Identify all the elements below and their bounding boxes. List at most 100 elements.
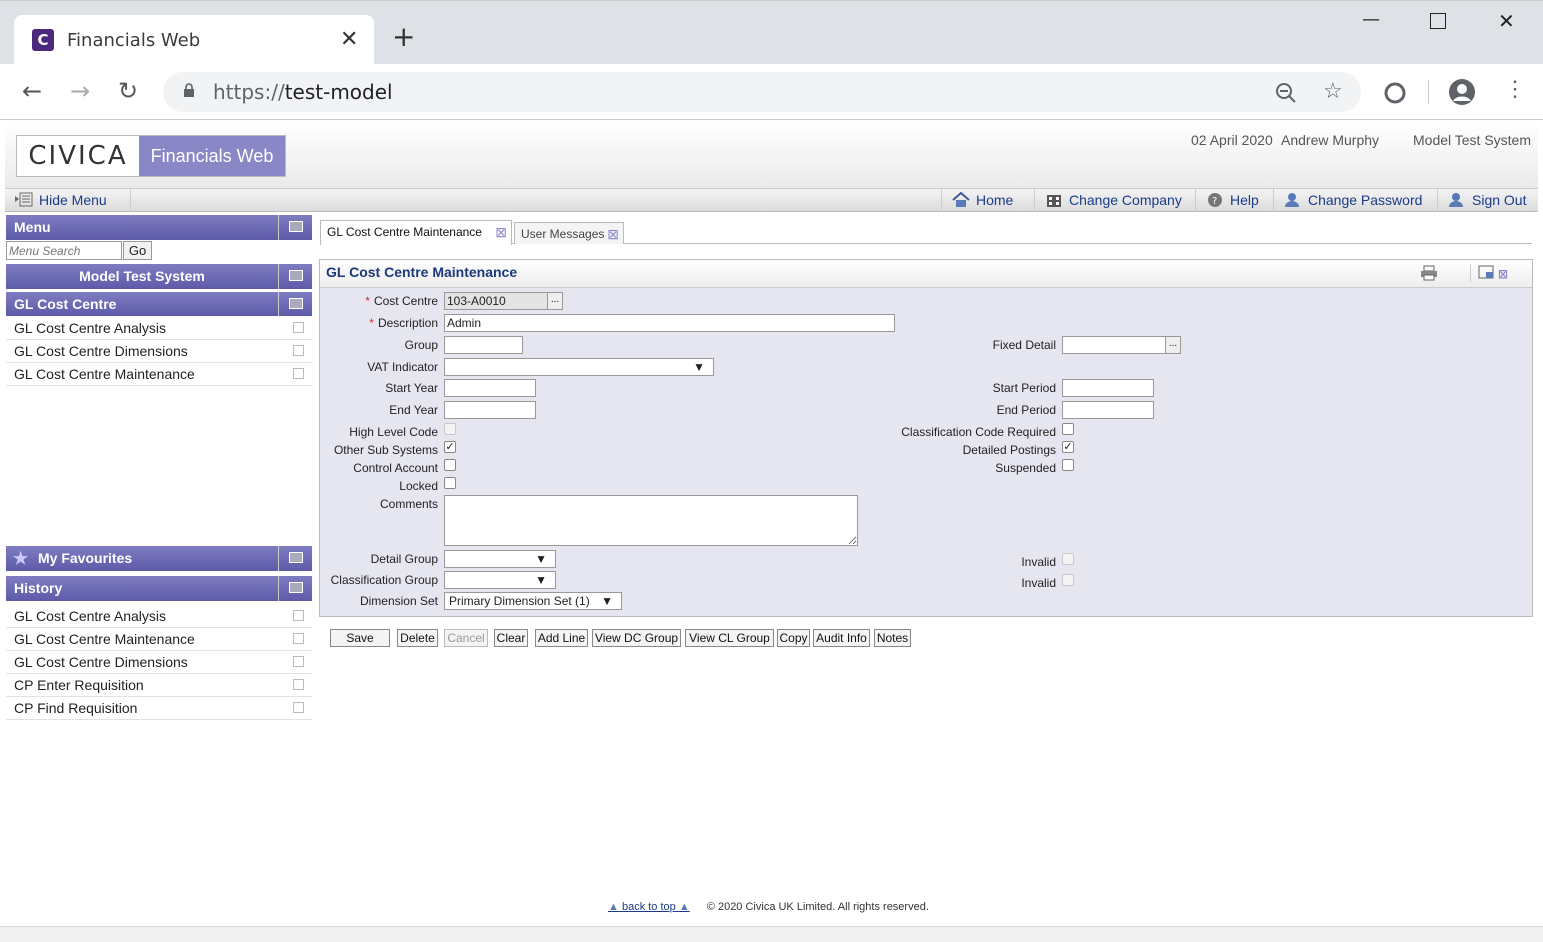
start-year-field[interactable] bbox=[444, 379, 536, 397]
sidebar-item-gl-cost-centre-analysis[interactable]: GL Cost Centre Analysis bbox=[6, 317, 312, 340]
close-window-icon[interactable]: ✕ bbox=[1498, 9, 1515, 33]
group-label: Group bbox=[404, 338, 438, 352]
comments-textarea[interactable] bbox=[444, 495, 858, 546]
home-icon bbox=[952, 192, 970, 207]
sidebar-item-gl-cost-centre-maintenance[interactable]: GL Cost Centre Maintenance bbox=[6, 363, 312, 386]
app-menu-bar: Hide Menu Home Change Company ? Help Chan… bbox=[5, 188, 1538, 212]
kebab-menu-icon[interactable]: ⋮ bbox=[1504, 78, 1526, 100]
minimize-icon[interactable]: — bbox=[1362, 9, 1380, 30]
end-year-field[interactable] bbox=[444, 401, 536, 419]
open-external-icon[interactable] bbox=[293, 610, 304, 621]
tab-gl-cost-centre-maintenance[interactable]: GL Cost Centre Maintenance ⊠ bbox=[320, 220, 512, 245]
locked-checkbox[interactable] bbox=[444, 477, 456, 489]
start-period-field[interactable] bbox=[1062, 379, 1154, 397]
open-external-icon[interactable] bbox=[293, 322, 304, 333]
gl-cost-centre-section[interactable]: GL Cost Centre bbox=[6, 292, 312, 317]
group-field[interactable] bbox=[444, 336, 523, 354]
reload-icon[interactable]: ↻ bbox=[118, 78, 138, 104]
notes-button[interactable]: Notes bbox=[874, 629, 911, 647]
view-dc-group-button[interactable]: View DC Group bbox=[592, 629, 681, 647]
view-cl-group-button[interactable]: View CL Group bbox=[685, 629, 774, 647]
detailed-postings-label: Detailed Postings bbox=[962, 443, 1056, 457]
zoom-out-icon[interactable] bbox=[1275, 82, 1297, 104]
clear-button[interactable]: Clear bbox=[494, 629, 528, 647]
browser-tab[interactable]: C Financials Web ✕ bbox=[14, 15, 374, 66]
open-external-icon[interactable] bbox=[293, 656, 304, 667]
star-icon[interactable]: ☆ bbox=[1323, 78, 1343, 104]
vat-indicator-select[interactable]: ▼ bbox=[444, 358, 714, 376]
extension-icon[interactable] bbox=[1384, 82, 1406, 104]
panel-toggle-icon[interactable] bbox=[278, 264, 312, 289]
description-field[interactable]: Admin bbox=[444, 314, 895, 332]
open-external-icon[interactable] bbox=[293, 633, 304, 644]
header-user: Andrew Murphy bbox=[1281, 132, 1380, 148]
change-password-link[interactable]: Change Password bbox=[1273, 189, 1422, 212]
hide-menu-button[interactable]: Hide Menu bbox=[5, 189, 131, 212]
print-icon[interactable] bbox=[1420, 265, 1438, 281]
fixed-detail-lookup-button[interactable]: ... bbox=[1165, 336, 1181, 354]
classification-group-select[interactable]: ▼ bbox=[444, 571, 556, 589]
start-year-label: Start Year bbox=[385, 381, 438, 395]
history-item[interactable]: GL Cost Centre Analysis bbox=[6, 605, 312, 628]
forward-icon[interactable]: → bbox=[70, 78, 90, 104]
open-external-icon[interactable] bbox=[293, 368, 304, 379]
suspended-checkbox[interactable] bbox=[1062, 459, 1074, 471]
address-bar[interactable]: https://test-model ☆ bbox=[163, 72, 1361, 112]
delete-button[interactable]: Delete bbox=[397, 629, 438, 647]
audit-info-button[interactable]: Audit Info bbox=[813, 629, 870, 647]
control-account-checkbox[interactable] bbox=[444, 459, 456, 471]
open-external-icon[interactable] bbox=[293, 679, 304, 690]
cancel-button[interactable]: Cancel bbox=[444, 629, 488, 647]
profile-icon[interactable] bbox=[1448, 78, 1476, 106]
fixed-detail-field[interactable] bbox=[1062, 336, 1166, 354]
detail-group-invalid-checkbox[interactable] bbox=[1062, 553, 1074, 565]
cost-centre-lookup-button[interactable]: ... bbox=[547, 292, 563, 310]
open-external-icon[interactable] bbox=[293, 702, 304, 713]
classification-code-required-checkbox[interactable] bbox=[1062, 423, 1074, 435]
help-link[interactable]: ? Help bbox=[1195, 189, 1259, 212]
open-external-icon[interactable] bbox=[293, 345, 304, 356]
other-sub-systems-checkbox[interactable]: ✓ bbox=[444, 441, 456, 453]
close-tab-icon[interactable]: ⊠ bbox=[495, 221, 507, 243]
end-period-field[interactable] bbox=[1062, 401, 1154, 419]
high-level-code-checkbox[interactable] bbox=[444, 423, 456, 435]
sign-out-link[interactable]: Sign Out bbox=[1437, 189, 1538, 212]
dropdown-arrow-icon: ▼ bbox=[601, 594, 613, 608]
classification-group-invalid-checkbox[interactable] bbox=[1062, 574, 1074, 586]
save-button[interactable]: Save bbox=[330, 629, 390, 647]
maximize-icon[interactable] bbox=[1430, 13, 1446, 29]
change-company-link[interactable]: Change Company bbox=[1034, 189, 1182, 212]
svg-text:?: ? bbox=[1212, 196, 1217, 207]
new-tab-icon[interactable]: + bbox=[392, 23, 415, 51]
help-icon: ? bbox=[1208, 193, 1222, 207]
browser-tab-title: Financials Web bbox=[67, 30, 201, 51]
star-icon: ★ bbox=[13, 549, 29, 568]
copy-button[interactable]: Copy bbox=[777, 629, 810, 647]
history-item[interactable]: GL Cost Centre Maintenance bbox=[6, 628, 312, 651]
section-up-icon[interactable] bbox=[278, 292, 312, 317]
panel-toggle-icon[interactable] bbox=[278, 215, 312, 240]
history-item[interactable]: GL Cost Centre Dimensions bbox=[6, 651, 312, 674]
panel-toggle-icon[interactable] bbox=[278, 546, 312, 571]
history-item[interactable]: CP Find Requisition bbox=[6, 697, 312, 720]
detail-group-select[interactable]: ▼ bbox=[444, 550, 556, 568]
menu-search-input[interactable] bbox=[6, 241, 122, 260]
sidebar-item-gl-cost-centre-dimensions[interactable]: GL Cost Centre Dimensions bbox=[6, 340, 312, 363]
add-line-button[interactable]: Add Line bbox=[535, 629, 588, 647]
home-link[interactable]: Home bbox=[941, 189, 1013, 212]
menu-search-go-button[interactable]: Go bbox=[123, 241, 152, 260]
favourites-panel-header[interactable]: ★ My Favourites bbox=[6, 546, 312, 571]
cost-centre-field[interactable]: 103-A0010 bbox=[444, 292, 548, 310]
back-icon[interactable]: ← bbox=[22, 78, 42, 104]
civica-logo: CIVICA Financials Web bbox=[16, 135, 286, 177]
restore-close-icon[interactable]: ⊠ bbox=[1478, 265, 1512, 281]
close-tab-icon[interactable]: ✕ bbox=[340, 27, 358, 52]
comments-label: Comments bbox=[379, 497, 438, 511]
dimension-set-select[interactable]: Primary Dimension Set (1) ▼ bbox=[444, 592, 622, 610]
panel-toggle-icon[interactable] bbox=[278, 576, 312, 601]
back-to-top-link[interactable]: ▲ back to top ▲ bbox=[608, 901, 690, 913]
tab-user-messages[interactable]: User Messages ⊠ bbox=[514, 222, 624, 244]
history-item[interactable]: CP Enter Requisition bbox=[6, 674, 312, 697]
close-tab-icon[interactable]: ⊠ bbox=[607, 223, 619, 245]
detailed-postings-checkbox[interactable]: ✓ bbox=[1062, 441, 1074, 453]
